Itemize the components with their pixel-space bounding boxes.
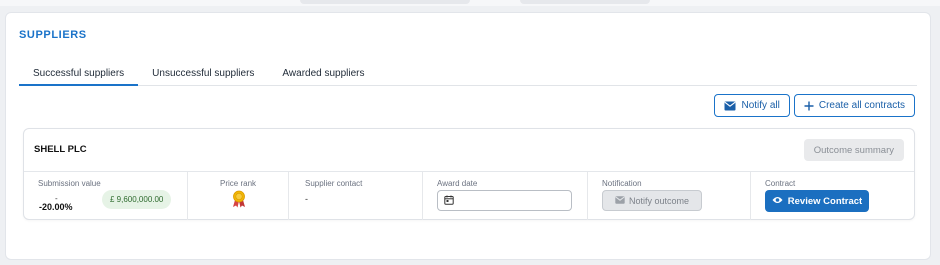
notify-outcome-label: Notify outcome [628,195,690,206]
supplier-card-header: SHELL PLC Outcome summary [24,129,914,172]
award-date-column: Award date [423,172,588,220]
calendar-icon [444,192,454,210]
create-all-contracts-button[interactable]: Create all contracts [793,94,915,117]
create-all-contracts-label: Create all contracts [818,100,905,111]
medal-icon [232,190,246,213]
award-date-input[interactable] [437,190,572,211]
review-contract-label: Review Contract [787,195,863,207]
supplier-card-body: Submission value - -20.00% £ 9,600,000.0… [24,172,914,220]
top-tab-placeholder [300,0,470,4]
outcome-summary-button[interactable]: Outcome summary [803,139,904,161]
supplier-contact-value: - [305,194,308,204]
notify-all-button[interactable]: Notify all [714,94,790,117]
notify-all-label: Notify all [741,100,780,111]
contract-column: Contract Review Contract [751,172,914,220]
envelope-icon [724,101,737,111]
tab-unsuccessful-suppliers[interactable]: Unsuccessful suppliers [138,63,268,86]
action-buttons: Notify all Create all contracts [714,94,915,117]
price-rank-label: Price rank [220,179,257,188]
notify-outcome-button[interactable]: Notify outcome [602,190,702,211]
submission-value-column: Submission value - -20.00% £ 9,600,000.0… [24,172,188,220]
review-contract-button[interactable]: Review Contract [765,190,869,212]
submission-percent: -20.00% [39,202,73,212]
eye-icon [772,196,783,207]
submission-amount-badge: £ 9,600,000.00 [102,190,172,209]
supplier-card: SHELL PLC Outcome summary Submission val… [23,128,915,220]
supplier-contact-column: Supplier contact - [289,172,423,220]
envelope-icon [615,195,625,206]
suppliers-panel: SUPPLIERS Successful suppliers Unsuccess… [5,12,931,260]
supplier-name: SHELL PLC [34,144,87,155]
tab-successful-suppliers[interactable]: Successful suppliers [19,63,139,86]
notification-label: Notification [602,179,642,188]
award-date-label: Award date [437,179,478,188]
supplier-contact-label: Supplier contact [305,179,363,188]
plus-icon [804,101,814,111]
section-title: SUPPLIERS [19,29,87,41]
tab-awarded-suppliers[interactable]: Awarded suppliers [268,63,378,86]
top-strip [0,0,940,6]
submission-value-label: Submission value [38,179,101,188]
supplier-tabs: Successful suppliers Unsuccessful suppli… [19,63,917,86]
top-tab-placeholder [520,0,650,4]
price-rank-column: Price rank [188,172,289,220]
contract-label: Contract [765,179,796,188]
notification-column: Notification Notify outcome [588,172,751,220]
